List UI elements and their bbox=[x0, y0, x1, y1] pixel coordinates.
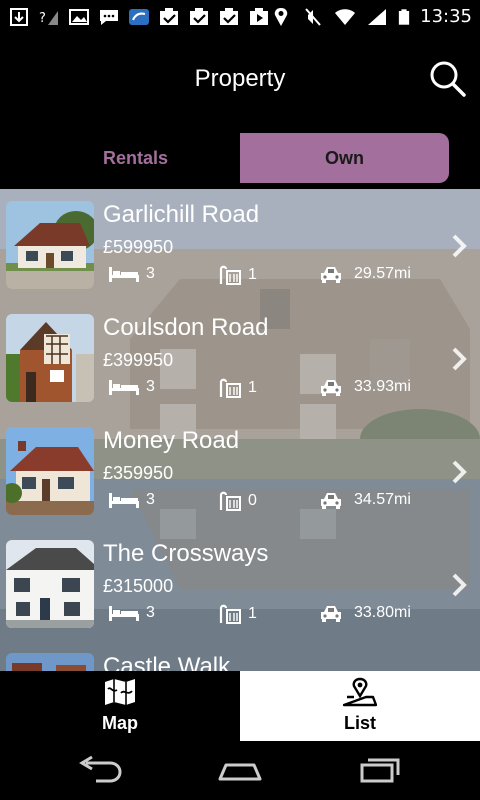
svg-text:?: ? bbox=[39, 11, 46, 26]
property-thumbnail bbox=[6, 314, 94, 402]
nav-map-label: Map bbox=[102, 713, 138, 733]
system-indicators: 13:35 bbox=[270, 6, 472, 27]
app-notification-icon bbox=[129, 8, 149, 25]
bathrooms-count: 1 bbox=[248, 266, 257, 283]
bedrooms-info: 3 bbox=[108, 378, 155, 396]
listing-price: £399950 bbox=[103, 350, 174, 370]
property-thumbnail bbox=[6, 653, 94, 671]
listing-title: The Crossways bbox=[103, 540, 269, 567]
page-title: Property bbox=[194, 65, 286, 92]
image-icon bbox=[69, 8, 89, 25]
chevron-right-icon bbox=[452, 460, 467, 484]
search-icon bbox=[430, 61, 466, 97]
distance-info: 33.80mi bbox=[320, 604, 411, 622]
app-header: Property bbox=[0, 33, 480, 130]
property-thumbnail bbox=[6, 201, 94, 289]
car-icon bbox=[321, 380, 341, 396]
bathrooms-count: 1 bbox=[248, 379, 257, 396]
bed-icon bbox=[109, 606, 139, 621]
bedrooms-info: 3 bbox=[108, 265, 155, 283]
car-icon bbox=[321, 493, 341, 509]
cell-signal-icon bbox=[368, 8, 387, 25]
bed-icon bbox=[109, 493, 139, 508]
car-icon bbox=[321, 606, 341, 622]
chevron-right-icon bbox=[452, 347, 467, 371]
mute-icon bbox=[305, 7, 321, 26]
bedrooms-count: 3 bbox=[146, 378, 155, 395]
map-icon bbox=[105, 679, 135, 705]
bedrooms-info: 3 bbox=[108, 604, 155, 622]
bathrooms-info: 1 bbox=[218, 265, 257, 285]
listing-price: £315000 bbox=[103, 576, 174, 596]
bath-icon bbox=[219, 604, 241, 624]
distance-info: 34.57mi bbox=[320, 491, 411, 509]
bath-icon bbox=[219, 378, 241, 398]
listing-title: Coulsdon Road bbox=[103, 314, 269, 341]
listing-item[interactable]: Money Road £359950 3 0 34.57mi bbox=[0, 415, 480, 527]
home-icon[interactable] bbox=[216, 755, 264, 785]
bathrooms-info: 0 bbox=[218, 491, 257, 511]
tab-rentals[interactable]: Rentals bbox=[31, 133, 240, 183]
distance-info: 33.93mi bbox=[320, 378, 411, 396]
notification-icons: ? bbox=[8, 7, 270, 27]
search-button[interactable] bbox=[428, 59, 468, 99]
bathrooms-count: 0 bbox=[248, 492, 257, 509]
listing-item[interactable]: Garlichill Road £599950 3 1 29.57mi bbox=[0, 189, 480, 301]
chevron-right-icon bbox=[452, 234, 467, 258]
listing-item[interactable]: Castle Walk bbox=[0, 641, 480, 671]
chevron-right-icon bbox=[452, 573, 467, 597]
no-signal-icon: ? bbox=[39, 10, 58, 26]
bedrooms-info: 3 bbox=[108, 491, 155, 509]
listing-item[interactable]: The Crossways £315000 3 1 33.80mi bbox=[0, 528, 480, 640]
bathrooms-info: 1 bbox=[218, 378, 257, 398]
status-bar: ? 13:35 bbox=[0, 0, 480, 33]
property-thumbnail bbox=[6, 540, 94, 628]
bath-icon bbox=[219, 265, 241, 285]
back-icon[interactable] bbox=[76, 755, 124, 785]
nav-map-button[interactable]: Map bbox=[0, 671, 240, 741]
car-icon bbox=[321, 267, 341, 283]
bottom-nav: Map List bbox=[0, 671, 480, 741]
tab-own[interactable]: Own bbox=[240, 133, 449, 183]
listing-price: £599950 bbox=[103, 237, 174, 257]
distance-value: 34.57mi bbox=[354, 491, 411, 508]
location-icon bbox=[274, 7, 288, 26]
listing-item[interactable]: Coulsdon Road £399950 3 1 33.93mi bbox=[0, 302, 480, 414]
play-store-icon bbox=[250, 7, 268, 25]
bathrooms-count: 1 bbox=[248, 605, 257, 622]
bed-icon bbox=[109, 267, 139, 282]
listing-title: Castle Walk bbox=[103, 653, 231, 671]
bathrooms-info: 1 bbox=[218, 604, 257, 624]
property-thumbnail bbox=[6, 427, 94, 515]
task-check-icon-3 bbox=[220, 7, 238, 25]
nav-list-label: List bbox=[343, 713, 376, 733]
chat-icon bbox=[100, 9, 118, 25]
distance-info: 29.57mi bbox=[320, 265, 411, 283]
recent-apps-icon[interactable] bbox=[356, 755, 404, 785]
task-check-icon-2 bbox=[190, 7, 208, 25]
nav-list-button[interactable]: List bbox=[240, 671, 480, 741]
listing-price: £359950 bbox=[103, 463, 174, 483]
system-nav-bar bbox=[0, 741, 480, 800]
location-pin-map-icon bbox=[343, 677, 377, 707]
task-check-icon bbox=[160, 7, 178, 25]
clock: 13:35 bbox=[420, 6, 472, 27]
bed-icon bbox=[109, 380, 139, 395]
bath-icon bbox=[219, 491, 241, 511]
download-icon bbox=[10, 7, 28, 26]
battery-icon bbox=[398, 8, 410, 25]
bedrooms-count: 3 bbox=[146, 265, 155, 282]
listing-title: Money Road bbox=[103, 427, 240, 454]
distance-value: 33.80mi bbox=[354, 604, 411, 621]
distance-value: 33.93mi bbox=[354, 378, 411, 395]
bedrooms-count: 3 bbox=[146, 491, 155, 508]
property-list[interactable]: Garlichill Road £599950 3 1 29.57mi Coul… bbox=[0, 189, 480, 671]
distance-value: 29.57mi bbox=[354, 265, 411, 282]
bedrooms-count: 3 bbox=[146, 604, 155, 621]
listing-title: Garlichill Road bbox=[103, 201, 260, 228]
wifi-icon bbox=[335, 8, 356, 25]
segmented-tabs: Rentals Own bbox=[0, 130, 480, 189]
